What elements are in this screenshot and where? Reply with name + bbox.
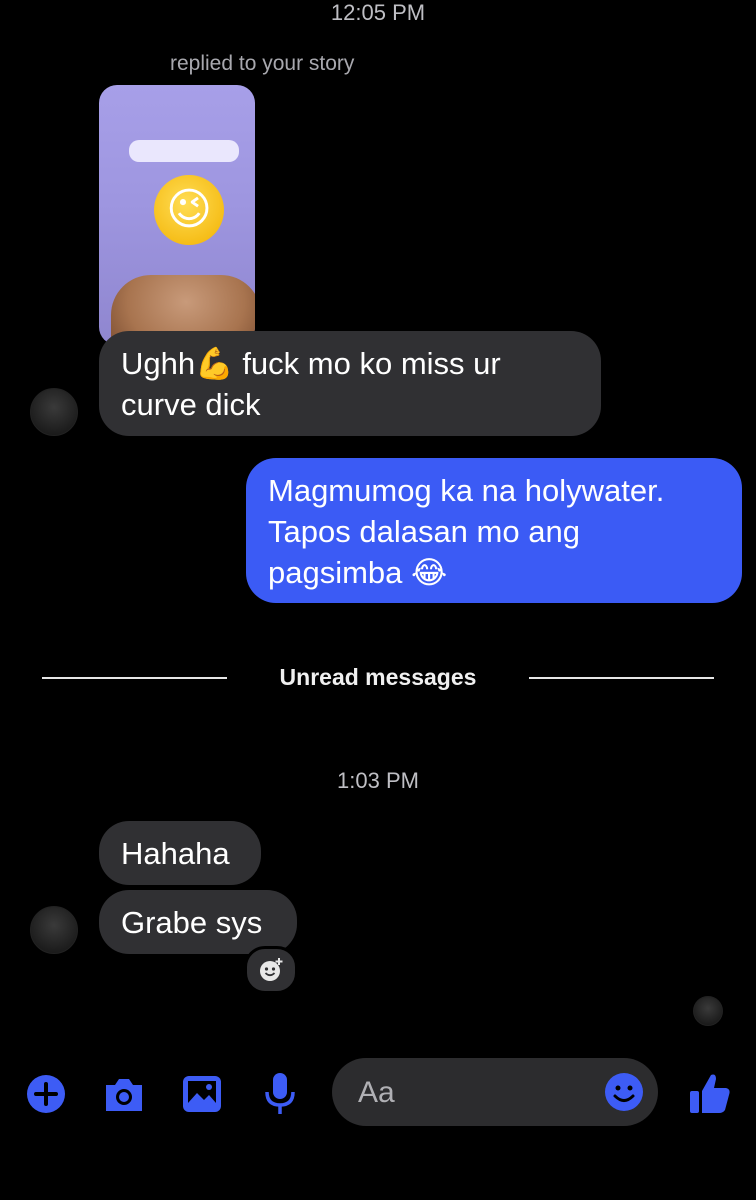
story-reply-text: replied to your story (170, 52, 355, 75)
outgoing-message-bubble[interactable]: Magmumog ka na holywater. Tapos dalasan … (246, 458, 742, 603)
add-reaction-icon[interactable] (244, 946, 298, 994)
message-input[interactable] (356, 1070, 600, 1116)
camera-icon[interactable] (100, 1072, 148, 1116)
story-reply-note: replied to your story (110, 52, 354, 76)
message-composer[interactable] (332, 1058, 658, 1126)
seen-avatar (693, 996, 723, 1026)
microphone-icon[interactable] (258, 1070, 302, 1118)
avatar[interactable] (30, 906, 78, 954)
thumbs-up-icon[interactable] (688, 1070, 732, 1116)
emoji-icon[interactable] (604, 1072, 644, 1112)
redacted-name (110, 55, 168, 74)
scribble-redaction (129, 140, 239, 162)
timestamp-first: 12:05 PM (330, 0, 426, 25)
incoming-message-bubble[interactable]: Grabe sys (99, 890, 297, 954)
image-icon[interactable] (180, 1072, 224, 1116)
wink-emoji-icon: 😉 (154, 175, 224, 245)
plus-icon[interactable] (24, 1072, 68, 1116)
avatar[interactable] (30, 388, 78, 436)
incoming-message-bubble[interactable]: Ughh💪 fuck mo ko miss ur curve dick (99, 331, 601, 436)
timestamp-second: 1:03 PM (337, 768, 419, 793)
incoming-message-bubble[interactable]: Hahaha (99, 821, 261, 885)
divider-line-right (529, 677, 714, 679)
story-thumbnail[interactable]: 😉 (99, 85, 255, 345)
